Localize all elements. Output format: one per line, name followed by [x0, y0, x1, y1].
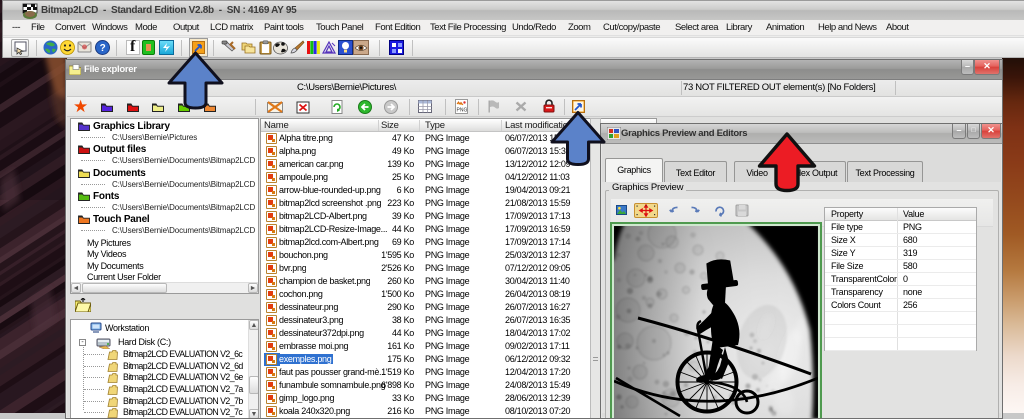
svg-text:?: ?: [100, 43, 106, 54]
svg-text:PNG: PNG: [457, 108, 468, 114]
